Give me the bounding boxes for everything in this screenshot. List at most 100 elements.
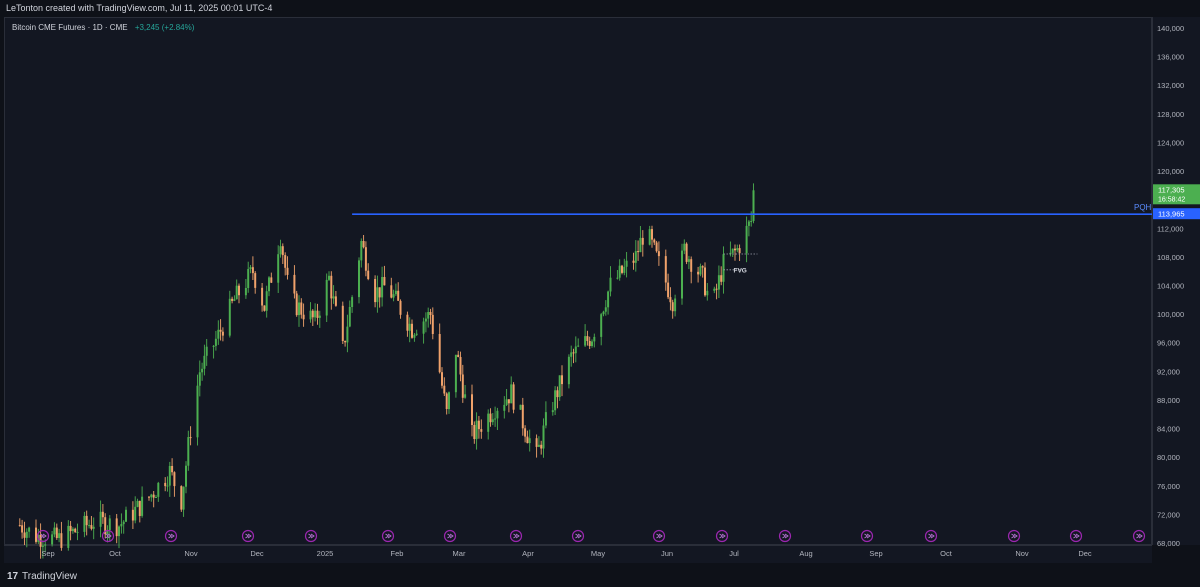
- event-marker-glyph: [245, 533, 252, 539]
- candle-body: [118, 526, 120, 537]
- candle-body: [189, 437, 192, 439]
- candle-body: [198, 372, 201, 386]
- candle-body: [399, 300, 402, 315]
- candle-body: [591, 341, 593, 346]
- candle-body: [736, 248, 739, 251]
- time-tick-label: Feb: [391, 549, 404, 558]
- candle-body: [281, 246, 284, 256]
- price-tick-label: 92,000: [1157, 367, 1180, 376]
- candle-body: [101, 511, 104, 518]
- candle-body: [443, 385, 446, 394]
- candle-body: [201, 368, 204, 373]
- time-tick-label: Jul: [729, 549, 739, 558]
- time-tick-label: Sep: [41, 549, 54, 558]
- candle-body: [431, 314, 434, 334]
- candle-body: [332, 296, 335, 299]
- time-tick-label: Jun: [661, 549, 673, 558]
- candle-body: [325, 279, 328, 316]
- candle-body: [344, 341, 347, 343]
- candle-body: [383, 277, 386, 286]
- candle-body: [657, 251, 660, 257]
- candle-body: [328, 275, 330, 280]
- candle-body: [341, 305, 344, 341]
- candle-body: [166, 485, 169, 487]
- candle-body: [99, 511, 102, 527]
- candle-body: [752, 190, 755, 221]
- candle-body: [180, 486, 183, 510]
- candle-body: [408, 323, 411, 331]
- event-marker-glyph: [168, 533, 175, 539]
- candle-body: [683, 243, 686, 251]
- candle-body: [318, 315, 321, 318]
- candle-body: [367, 270, 370, 279]
- time-tick-label: Nov: [1015, 549, 1029, 558]
- candle-body: [150, 494, 153, 498]
- candle-body: [392, 294, 395, 298]
- candle-body: [293, 274, 296, 294]
- candle-body: [254, 273, 257, 288]
- candle-body: [164, 482, 167, 487]
- candle-body: [263, 305, 266, 311]
- candle-body: [196, 385, 199, 438]
- event-marker-glyph: [1073, 533, 1080, 539]
- candle-body: [90, 525, 93, 529]
- candle-body: [487, 413, 490, 432]
- candle-body: [185, 465, 187, 487]
- candle-body: [489, 413, 492, 423]
- candle-body: [221, 331, 224, 336]
- candle-body: [406, 314, 409, 331]
- candle-body: [381, 277, 384, 298]
- candle-body: [637, 251, 640, 253]
- candle-body: [570, 352, 573, 357]
- candle-body: [593, 336, 596, 342]
- candle-body: [25, 531, 28, 538]
- candle-body: [459, 357, 462, 375]
- candle-body: [18, 525, 21, 527]
- candle-body: [496, 410, 499, 419]
- time-tick-label: Apr: [522, 549, 534, 558]
- candle-body: [69, 525, 72, 532]
- price-tick-label: 132,000: [1157, 81, 1184, 90]
- time-tick-label: 2025: [317, 549, 334, 558]
- symbol-title: Bitcoin CME Futures · 1D · CME: [12, 23, 128, 32]
- fvg-label: FVG: [734, 267, 747, 274]
- candle-body: [108, 518, 111, 530]
- candle-body: [397, 290, 400, 301]
- candle-body: [745, 225, 748, 254]
- event-marker-glyph: [308, 533, 315, 539]
- candle-body: [182, 486, 185, 510]
- candle-body: [244, 288, 247, 296]
- candle-body: [747, 221, 750, 226]
- candlestick-chart[interactable]: PQH FVG 140,000 136,000 132,000 128,000 124,0…: [0, 0, 1200, 587]
- candle-body: [60, 533, 63, 548]
- price-tick-label: 80,000: [1157, 453, 1180, 462]
- candle-body: [249, 267, 252, 269]
- time-tick-label: Nov: [184, 549, 198, 558]
- candle-body: [655, 242, 658, 252]
- symbol-legend: Bitcoin CME Futures · 1D · CME +3,245 (+…: [12, 23, 194, 32]
- candle-body: [690, 259, 693, 272]
- candle-body: [586, 336, 589, 341]
- candle-body: [464, 394, 467, 398]
- price-tick-label: 120,000: [1157, 167, 1184, 176]
- candle-body: [438, 334, 441, 373]
- candle-body: [704, 267, 706, 296]
- price-tick-label: 72,000: [1157, 510, 1180, 519]
- candle-body: [413, 334, 416, 338]
- candle-body: [277, 254, 280, 283]
- event-marker-glyph: [513, 533, 520, 539]
- candle-body: [574, 346, 577, 354]
- candle-body: [58, 533, 61, 538]
- candle-body: [295, 293, 298, 316]
- candle-body: [314, 310, 317, 318]
- candle-body: [600, 314, 603, 337]
- candle-body: [374, 279, 377, 303]
- candle-body: [228, 298, 231, 336]
- candle-body: [125, 509, 127, 522]
- candle-body: [364, 247, 367, 271]
- candle-body: [120, 524, 123, 527]
- candle-body: [309, 310, 312, 320]
- candle-body: [138, 500, 141, 516]
- event-marker-glyph: [656, 533, 663, 539]
- candle-body: [554, 390, 557, 411]
